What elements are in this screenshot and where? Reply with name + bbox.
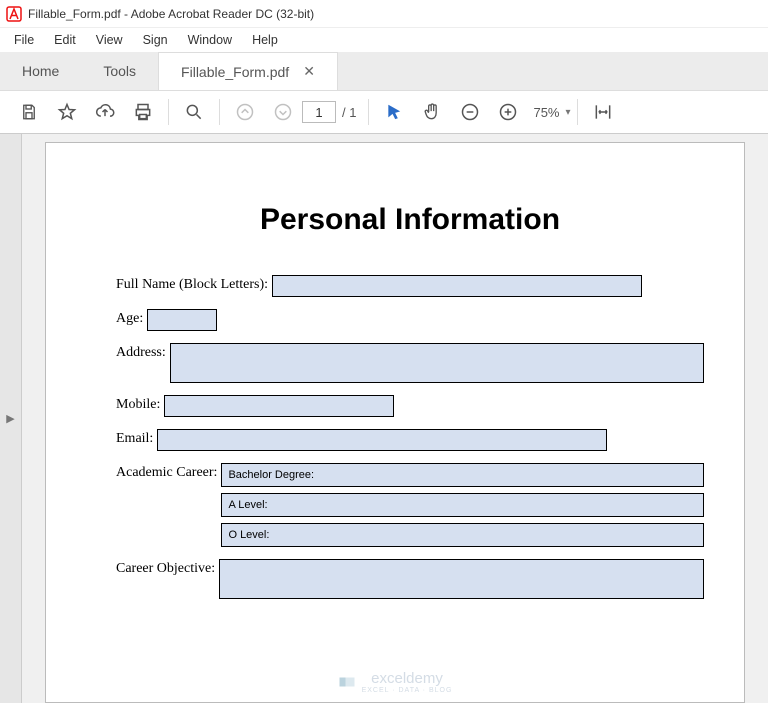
- field-alevel[interactable]: A Level:: [221, 493, 704, 517]
- field-age[interactable]: [147, 309, 217, 331]
- tab-home-label: Home: [22, 63, 59, 79]
- toolbar: / 1 75% ▾: [0, 90, 768, 134]
- label-mobile: Mobile:: [116, 395, 160, 413]
- chevron-down-icon[interactable]: ▾: [566, 107, 571, 118]
- field-alevel-label: A Level:: [228, 499, 267, 511]
- row-age: Age:: [116, 309, 704, 331]
- close-icon[interactable]: ✕: [303, 63, 315, 80]
- zoom-out-icon[interactable]: [455, 97, 485, 127]
- menu-view[interactable]: View: [86, 31, 133, 49]
- document-area: ▶ Personal Information Full Name (Block …: [0, 134, 768, 703]
- watermark-icon: [338, 673, 356, 691]
- menu-window[interactable]: Window: [178, 31, 242, 49]
- hand-tool-icon[interactable]: [417, 97, 447, 127]
- separator: [368, 99, 369, 125]
- separator: [168, 99, 169, 125]
- left-panel-collapsed[interactable]: ▶: [0, 134, 22, 703]
- menu-edit[interactable]: Edit: [44, 31, 86, 49]
- save-icon[interactable]: [14, 97, 44, 127]
- field-bachelor-label: Bachelor Degree:: [228, 469, 314, 481]
- field-objective[interactable]: [219, 559, 704, 599]
- label-address: Address:: [116, 343, 166, 361]
- field-mobile[interactable]: [164, 395, 394, 417]
- tab-tools-label: Tools: [103, 63, 136, 79]
- page-up-icon[interactable]: [230, 97, 260, 127]
- separator: [577, 99, 578, 125]
- separator: [219, 99, 220, 125]
- menu-sign[interactable]: Sign: [133, 31, 178, 49]
- label-full-name: Full Name (Block Letters):: [116, 275, 268, 293]
- page-down-icon[interactable]: [268, 97, 298, 127]
- star-icon[interactable]: [52, 97, 82, 127]
- zoom-in-icon[interactable]: [493, 97, 523, 127]
- tab-document-label: Fillable_Form.pdf: [181, 64, 289, 80]
- field-full-name[interactable]: [272, 275, 642, 297]
- form-heading: Personal Information: [116, 203, 704, 237]
- field-address[interactable]: [170, 343, 704, 383]
- label-objective: Career Objective:: [116, 559, 215, 577]
- label-age: Age:: [116, 309, 143, 327]
- row-mobile: Mobile:: [116, 395, 704, 417]
- menu-bar: File Edit View Sign Window Help: [0, 28, 768, 52]
- tab-document[interactable]: Fillable_Form.pdf ✕: [158, 52, 338, 90]
- row-address: Address:: [116, 343, 704, 383]
- print-icon[interactable]: [128, 97, 158, 127]
- page-number-input[interactable]: [302, 101, 336, 123]
- selection-tool-icon[interactable]: [379, 97, 409, 127]
- tab-tools[interactable]: Tools: [81, 52, 158, 90]
- row-email: Email:: [116, 429, 704, 451]
- menu-file[interactable]: File: [4, 31, 44, 49]
- row-academic: Academic Career: Bachelor Degree: A Leve…: [116, 463, 704, 547]
- zoom-level-label[interactable]: 75%: [533, 105, 559, 120]
- label-academic: Academic Career:: [116, 463, 217, 481]
- watermark-sub: EXCEL · DATA · BLOG: [362, 687, 453, 694]
- watermark: exceldemy EXCEL · DATA · BLOG: [46, 670, 744, 694]
- field-bachelor[interactable]: Bachelor Degree:: [221, 463, 704, 487]
- row-full-name: Full Name (Block Letters):: [116, 275, 704, 297]
- cloud-upload-icon[interactable]: [90, 97, 120, 127]
- field-olevel-label: O Level:: [228, 529, 269, 541]
- row-objective: Career Objective:: [116, 559, 704, 599]
- page-total-label: / 1: [342, 105, 356, 120]
- menu-help[interactable]: Help: [242, 31, 288, 49]
- find-icon[interactable]: [179, 97, 209, 127]
- tab-home[interactable]: Home: [0, 52, 81, 90]
- app-icon: [6, 6, 22, 22]
- field-email[interactable]: [157, 429, 607, 451]
- fit-width-icon[interactable]: [588, 97, 618, 127]
- expand-arrow-icon[interactable]: ▶: [6, 412, 14, 425]
- title-bar: Fillable_Form.pdf - Adobe Acrobat Reader…: [0, 0, 768, 28]
- page-viewport[interactable]: Personal Information Full Name (Block Le…: [22, 134, 768, 703]
- watermark-brand: exceldemy: [371, 670, 443, 687]
- field-olevel[interactable]: O Level:: [221, 523, 704, 547]
- window-title: Fillable_Form.pdf - Adobe Acrobat Reader…: [28, 7, 314, 21]
- tab-bar: Home Tools Fillable_Form.pdf ✕: [0, 52, 768, 90]
- label-email: Email:: [116, 429, 153, 447]
- pdf-page: Personal Information Full Name (Block Le…: [45, 142, 745, 703]
